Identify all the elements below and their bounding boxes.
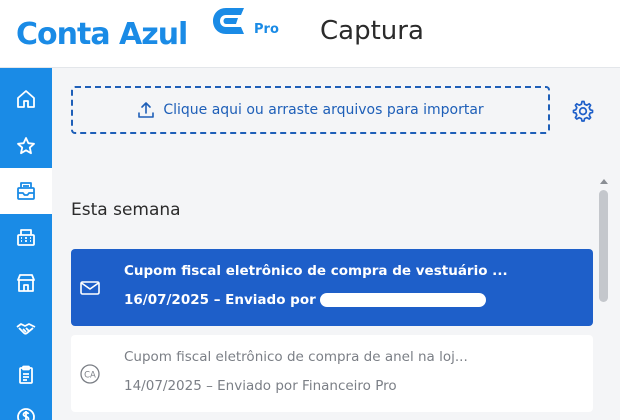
scroll-up-arrow-icon[interactable] — [598, 176, 610, 186]
app-header: Conta Azul Pro Captura — [0, 0, 620, 68]
cash-register-icon — [17, 229, 35, 246]
list-item-selected[interactable]: Cupom fiscal eletrônico de compra de ves… — [71, 249, 593, 326]
sidebar-item-deals[interactable] — [0, 306, 52, 352]
sidebar-item-capture[interactable] — [0, 168, 52, 214]
redacted-sender — [319, 293, 486, 307]
item-title: Cupom fiscal eletrônico de compra de ane… — [124, 349, 468, 365]
sidebar-item-store[interactable] — [0, 260, 52, 306]
handshake-icon — [16, 323, 36, 335]
envelope-icon — [80, 281, 100, 295]
gear-icon[interactable] — [572, 100, 594, 122]
upload-label: Clique aqui ou arraste arquivos para imp… — [163, 102, 484, 118]
sidebar-item-pos[interactable] — [0, 214, 52, 260]
inbox-icon — [17, 182, 35, 200]
home-icon — [17, 90, 35, 108]
main-content: Clique aqui ou arraste arquivos para imp… — [52, 68, 620, 420]
sidebar-item-favorites[interactable] — [0, 123, 52, 169]
upload-icon — [138, 102, 155, 118]
sidebar-item-reports[interactable] — [0, 352, 52, 398]
sidebar-item-home[interactable] — [0, 76, 52, 122]
item-meta: 16/07/2025 – Enviado por — [124, 292, 486, 308]
logo-pro-label: Pro — [254, 22, 279, 37]
item-title: Cupom fiscal eletrônico de compra de ves… — [124, 263, 508, 279]
brand-logo[interactable]: Conta Azul — [16, 12, 188, 56]
logo-mark-icon — [213, 8, 244, 34]
list-item[interactable]: CA Cupom fiscal eletrônico de compra de … — [71, 335, 593, 412]
store-icon — [17, 274, 35, 292]
sidebar — [0, 68, 52, 420]
section-title: Esta semana — [71, 200, 181, 220]
svg-text:CA: CA — [84, 371, 96, 381]
clipboard-icon — [19, 365, 33, 384]
logo-text: Conta Azul — [16, 16, 188, 52]
item-meta: 14/07/2025 – Enviado por Financeiro Pro — [124, 378, 397, 394]
dollar-icon — [17, 408, 35, 420]
scrollbar-thumb[interactable] — [599, 190, 608, 302]
item-meta-text: 16/07/2025 – Enviado por — [124, 292, 316, 308]
page-title: Captura — [320, 16, 424, 46]
upload-dropzone[interactable]: Clique aqui ou arraste arquivos para imp… — [71, 86, 550, 134]
star-icon — [17, 137, 35, 155]
ca-badge-icon: CA — [80, 364, 100, 384]
sidebar-item-finance[interactable] — [0, 394, 52, 420]
